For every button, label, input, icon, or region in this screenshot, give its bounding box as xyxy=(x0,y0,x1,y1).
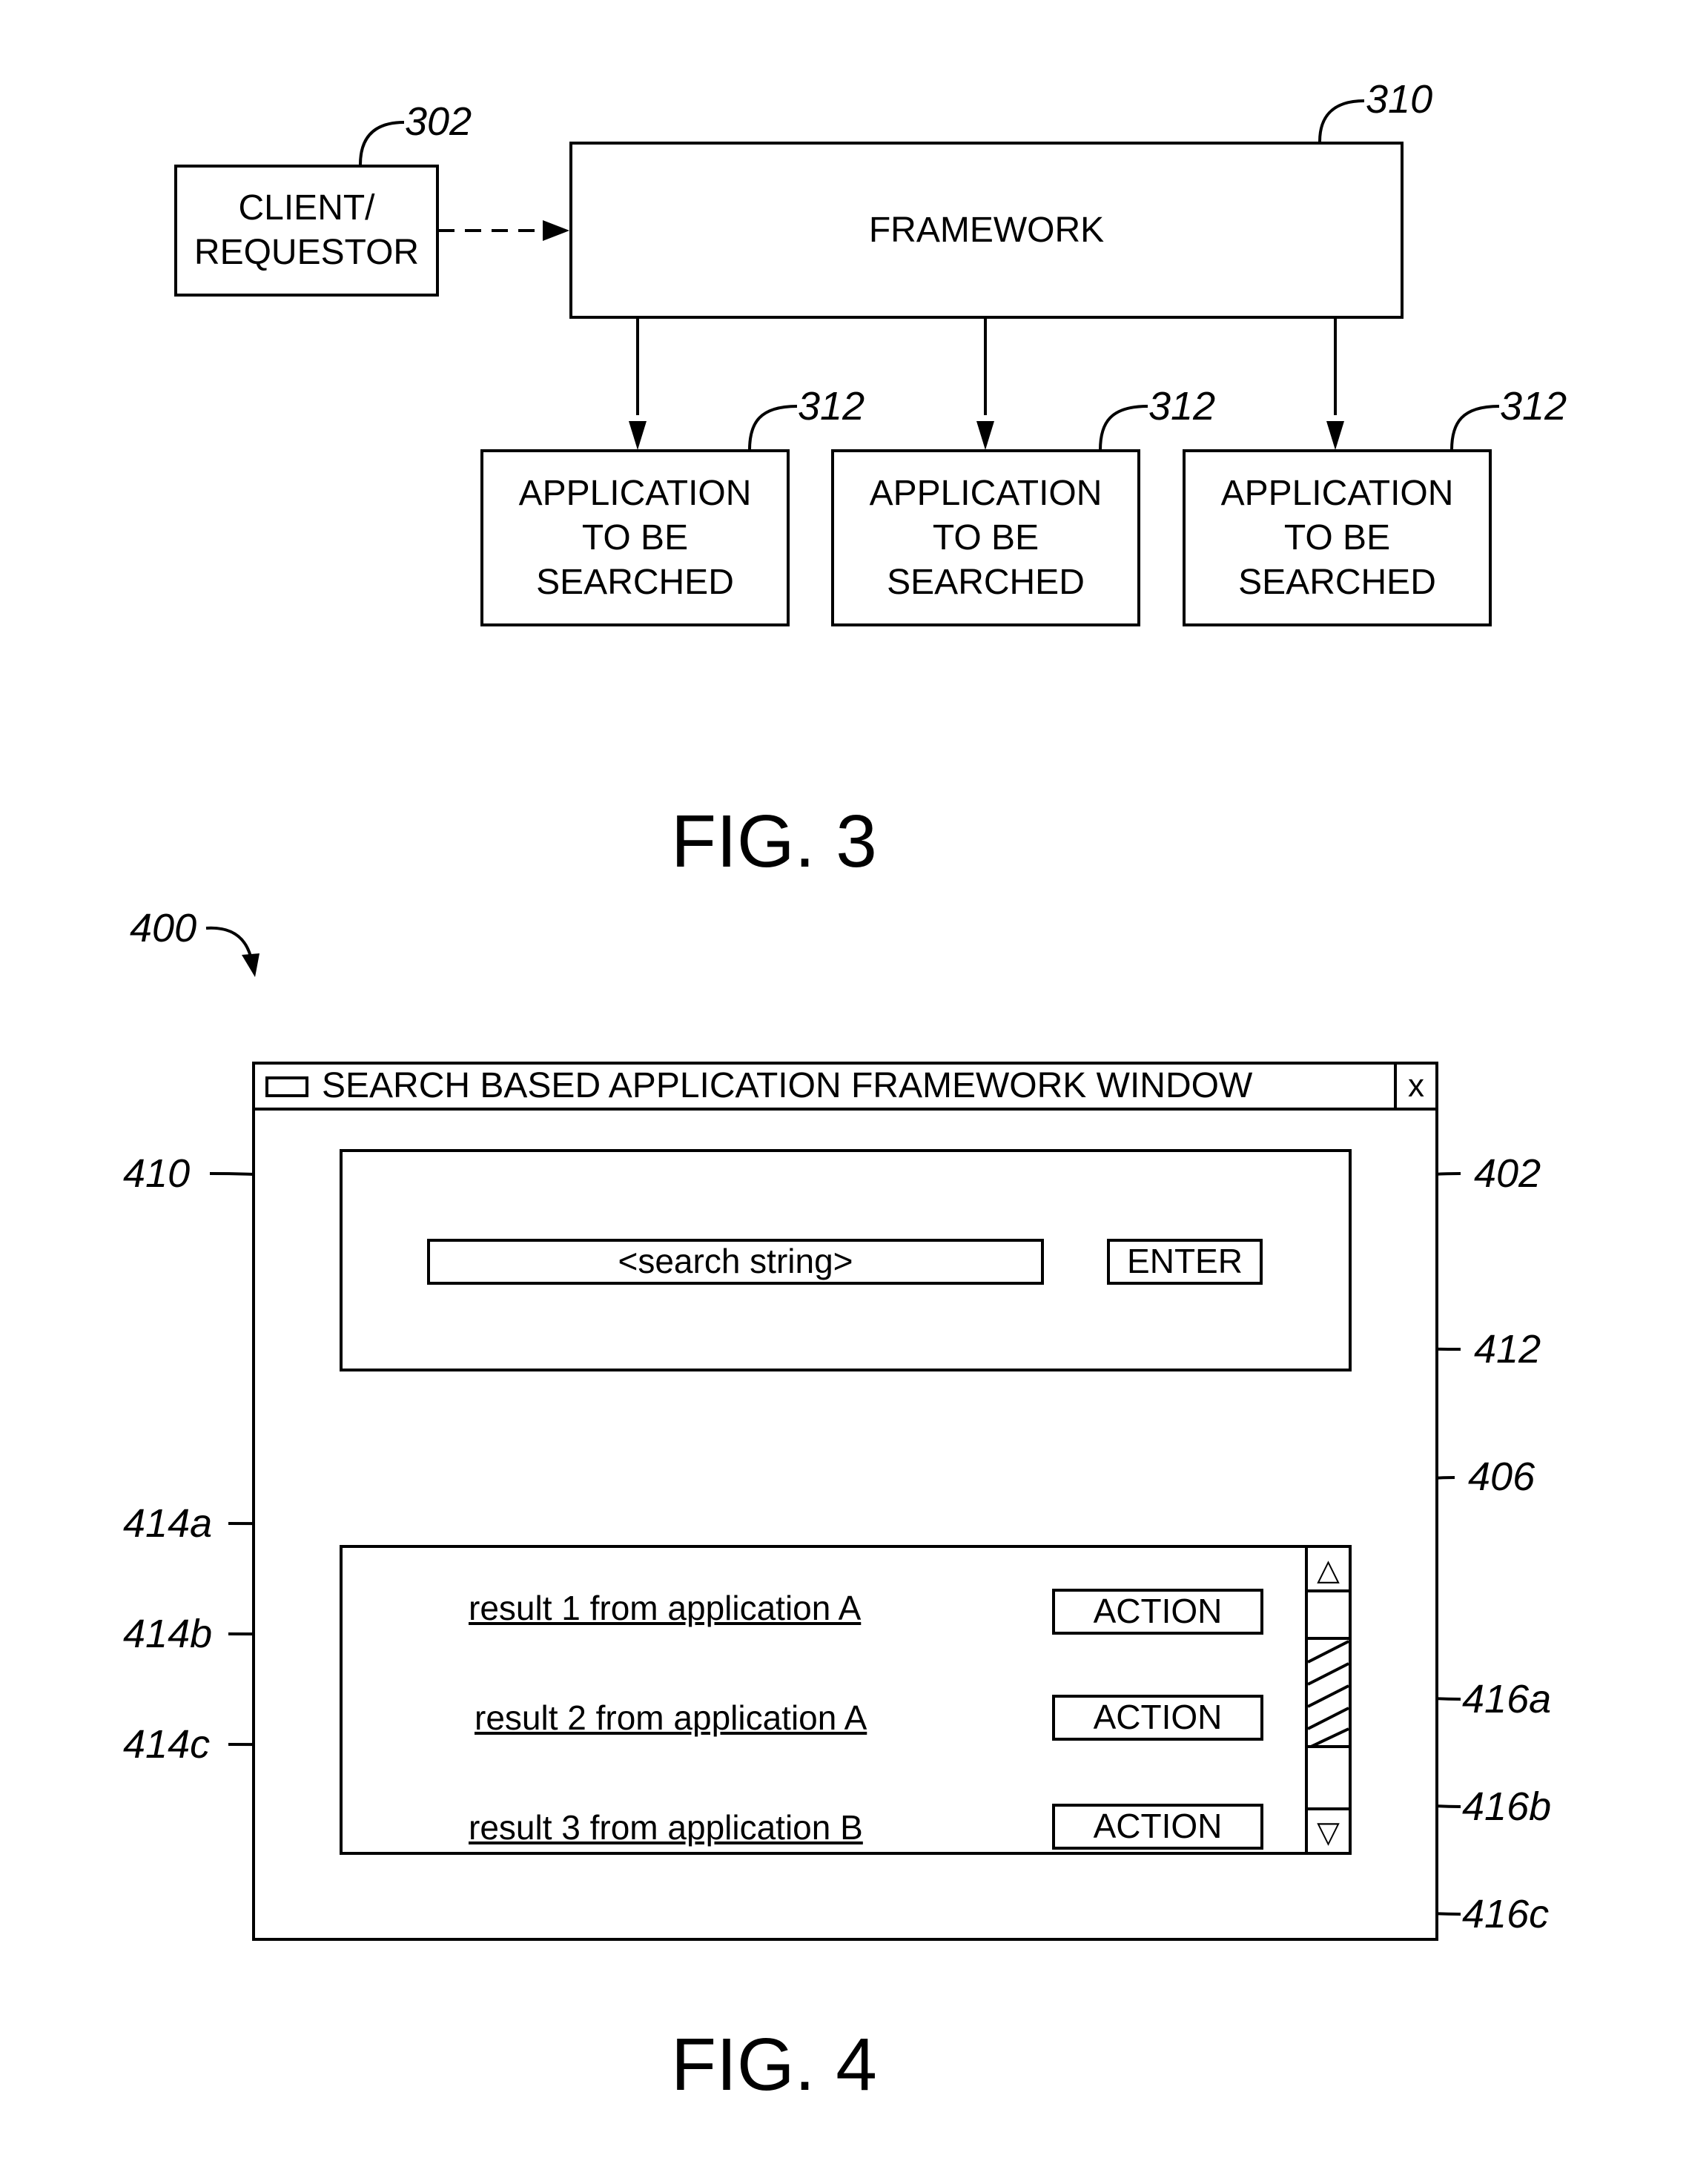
scroll-up-button[interactable]: △ xyxy=(1308,1548,1349,1592)
application-box-3: APPLICATION TO BE SEARCHED xyxy=(1183,449,1492,626)
triangle-up-icon: △ xyxy=(1317,1554,1340,1586)
leader-302 xyxy=(359,121,405,165)
arrowhead-app2 xyxy=(976,421,994,450)
results-scrollbar[interactable]: △ ▽ xyxy=(1305,1548,1349,1852)
leader-312-2 xyxy=(1099,405,1148,451)
scroll-thumb[interactable] xyxy=(1308,1637,1349,1748)
ref-412: 412 xyxy=(1474,1327,1541,1371)
window-titlebar[interactable]: SEARCH BASED APPLICATION FRAMEWORK WINDO… xyxy=(255,1065,1435,1111)
search-input[interactable]: <search string> xyxy=(427,1239,1044,1285)
triangle-down-icon: ▽ xyxy=(1317,1816,1340,1849)
arrowhead-app1 xyxy=(629,421,647,450)
result-link-1[interactable]: result 1 from application A xyxy=(469,1587,861,1629)
ref-406: 406 xyxy=(1468,1455,1535,1499)
fig4-caption: FIG. 4 xyxy=(671,2023,877,2106)
ref-312-1: 312 xyxy=(798,384,865,428)
result-link-3[interactable]: result 3 from application B xyxy=(469,1807,863,1848)
ref-312-2: 312 xyxy=(1148,384,1216,428)
app-label-line1: APPLICATION xyxy=(518,473,752,513)
app-label-line2: TO BE xyxy=(1283,517,1391,557)
client-label-line1: CLIENT/ xyxy=(238,188,375,228)
application-box-1: APPLICATION TO BE SEARCHED xyxy=(480,449,790,626)
leader-310 xyxy=(1318,99,1365,142)
ref-302: 302 xyxy=(405,99,472,144)
window-title: SEARCH BASED APPLICATION FRAMEWORK WINDO… xyxy=(322,1066,1253,1105)
scroll-thumb-hatch xyxy=(1308,1640,1349,1745)
leader-312-3 xyxy=(1450,405,1500,451)
window-icon xyxy=(265,1076,308,1097)
ref-416a: 416a xyxy=(1462,1677,1552,1721)
ref-414c: 414c xyxy=(123,1722,211,1767)
action-button-2[interactable]: ACTION xyxy=(1052,1695,1263,1741)
framework-box: FRAMEWORK xyxy=(569,142,1404,319)
arrowhead-400 xyxy=(242,953,259,977)
app-label-line3: SEARCHED xyxy=(887,562,1085,602)
ref-416b: 416b xyxy=(1462,1784,1552,1829)
app-label-line2: TO BE xyxy=(932,517,1039,557)
ref-310: 310 xyxy=(1366,77,1433,122)
framework-label: FRAMEWORK xyxy=(868,210,1105,250)
scroll-track-lower[interactable] xyxy=(1308,1748,1349,1807)
scroll-down-button[interactable]: ▽ xyxy=(1308,1807,1349,1852)
app-label-line3: SEARCHED xyxy=(1238,562,1436,602)
app-label-line1: APPLICATION xyxy=(869,473,1102,513)
action-button-1[interactable]: ACTION xyxy=(1052,1589,1263,1635)
enter-button[interactable]: ENTER xyxy=(1107,1239,1263,1285)
leader-312-1 xyxy=(748,405,798,451)
leader-400 xyxy=(205,926,252,957)
scroll-track-upper[interactable] xyxy=(1308,1592,1349,1637)
arrowhead-app3 xyxy=(1326,421,1344,450)
ref-416c: 416c xyxy=(1462,1892,1550,1936)
ref-402: 402 xyxy=(1474,1151,1541,1196)
result-link-2[interactable]: result 2 from application A xyxy=(475,1697,867,1738)
application-box-2: APPLICATION TO BE SEARCHED xyxy=(831,449,1140,626)
close-button[interactable]: x xyxy=(1394,1065,1435,1108)
action-button-3[interactable]: ACTION xyxy=(1052,1804,1263,1850)
client-label-line2: REQUESTOR xyxy=(194,233,420,272)
app-label-line1: APPLICATION xyxy=(1220,473,1454,513)
ref-410: 410 xyxy=(123,1151,191,1196)
app-label-line2: TO BE xyxy=(581,517,689,557)
ref-414b: 414b xyxy=(123,1612,213,1656)
ref-400: 400 xyxy=(130,906,197,950)
app-label-line3: SEARCHED xyxy=(536,562,734,602)
arrowhead-framework xyxy=(543,220,569,241)
ref-312-3: 312 xyxy=(1500,384,1567,428)
ref-414a: 414a xyxy=(123,1501,213,1546)
fig3-caption: FIG. 3 xyxy=(671,800,877,883)
client-requestor-box: CLIENT/ REQUESTOR xyxy=(174,165,439,297)
